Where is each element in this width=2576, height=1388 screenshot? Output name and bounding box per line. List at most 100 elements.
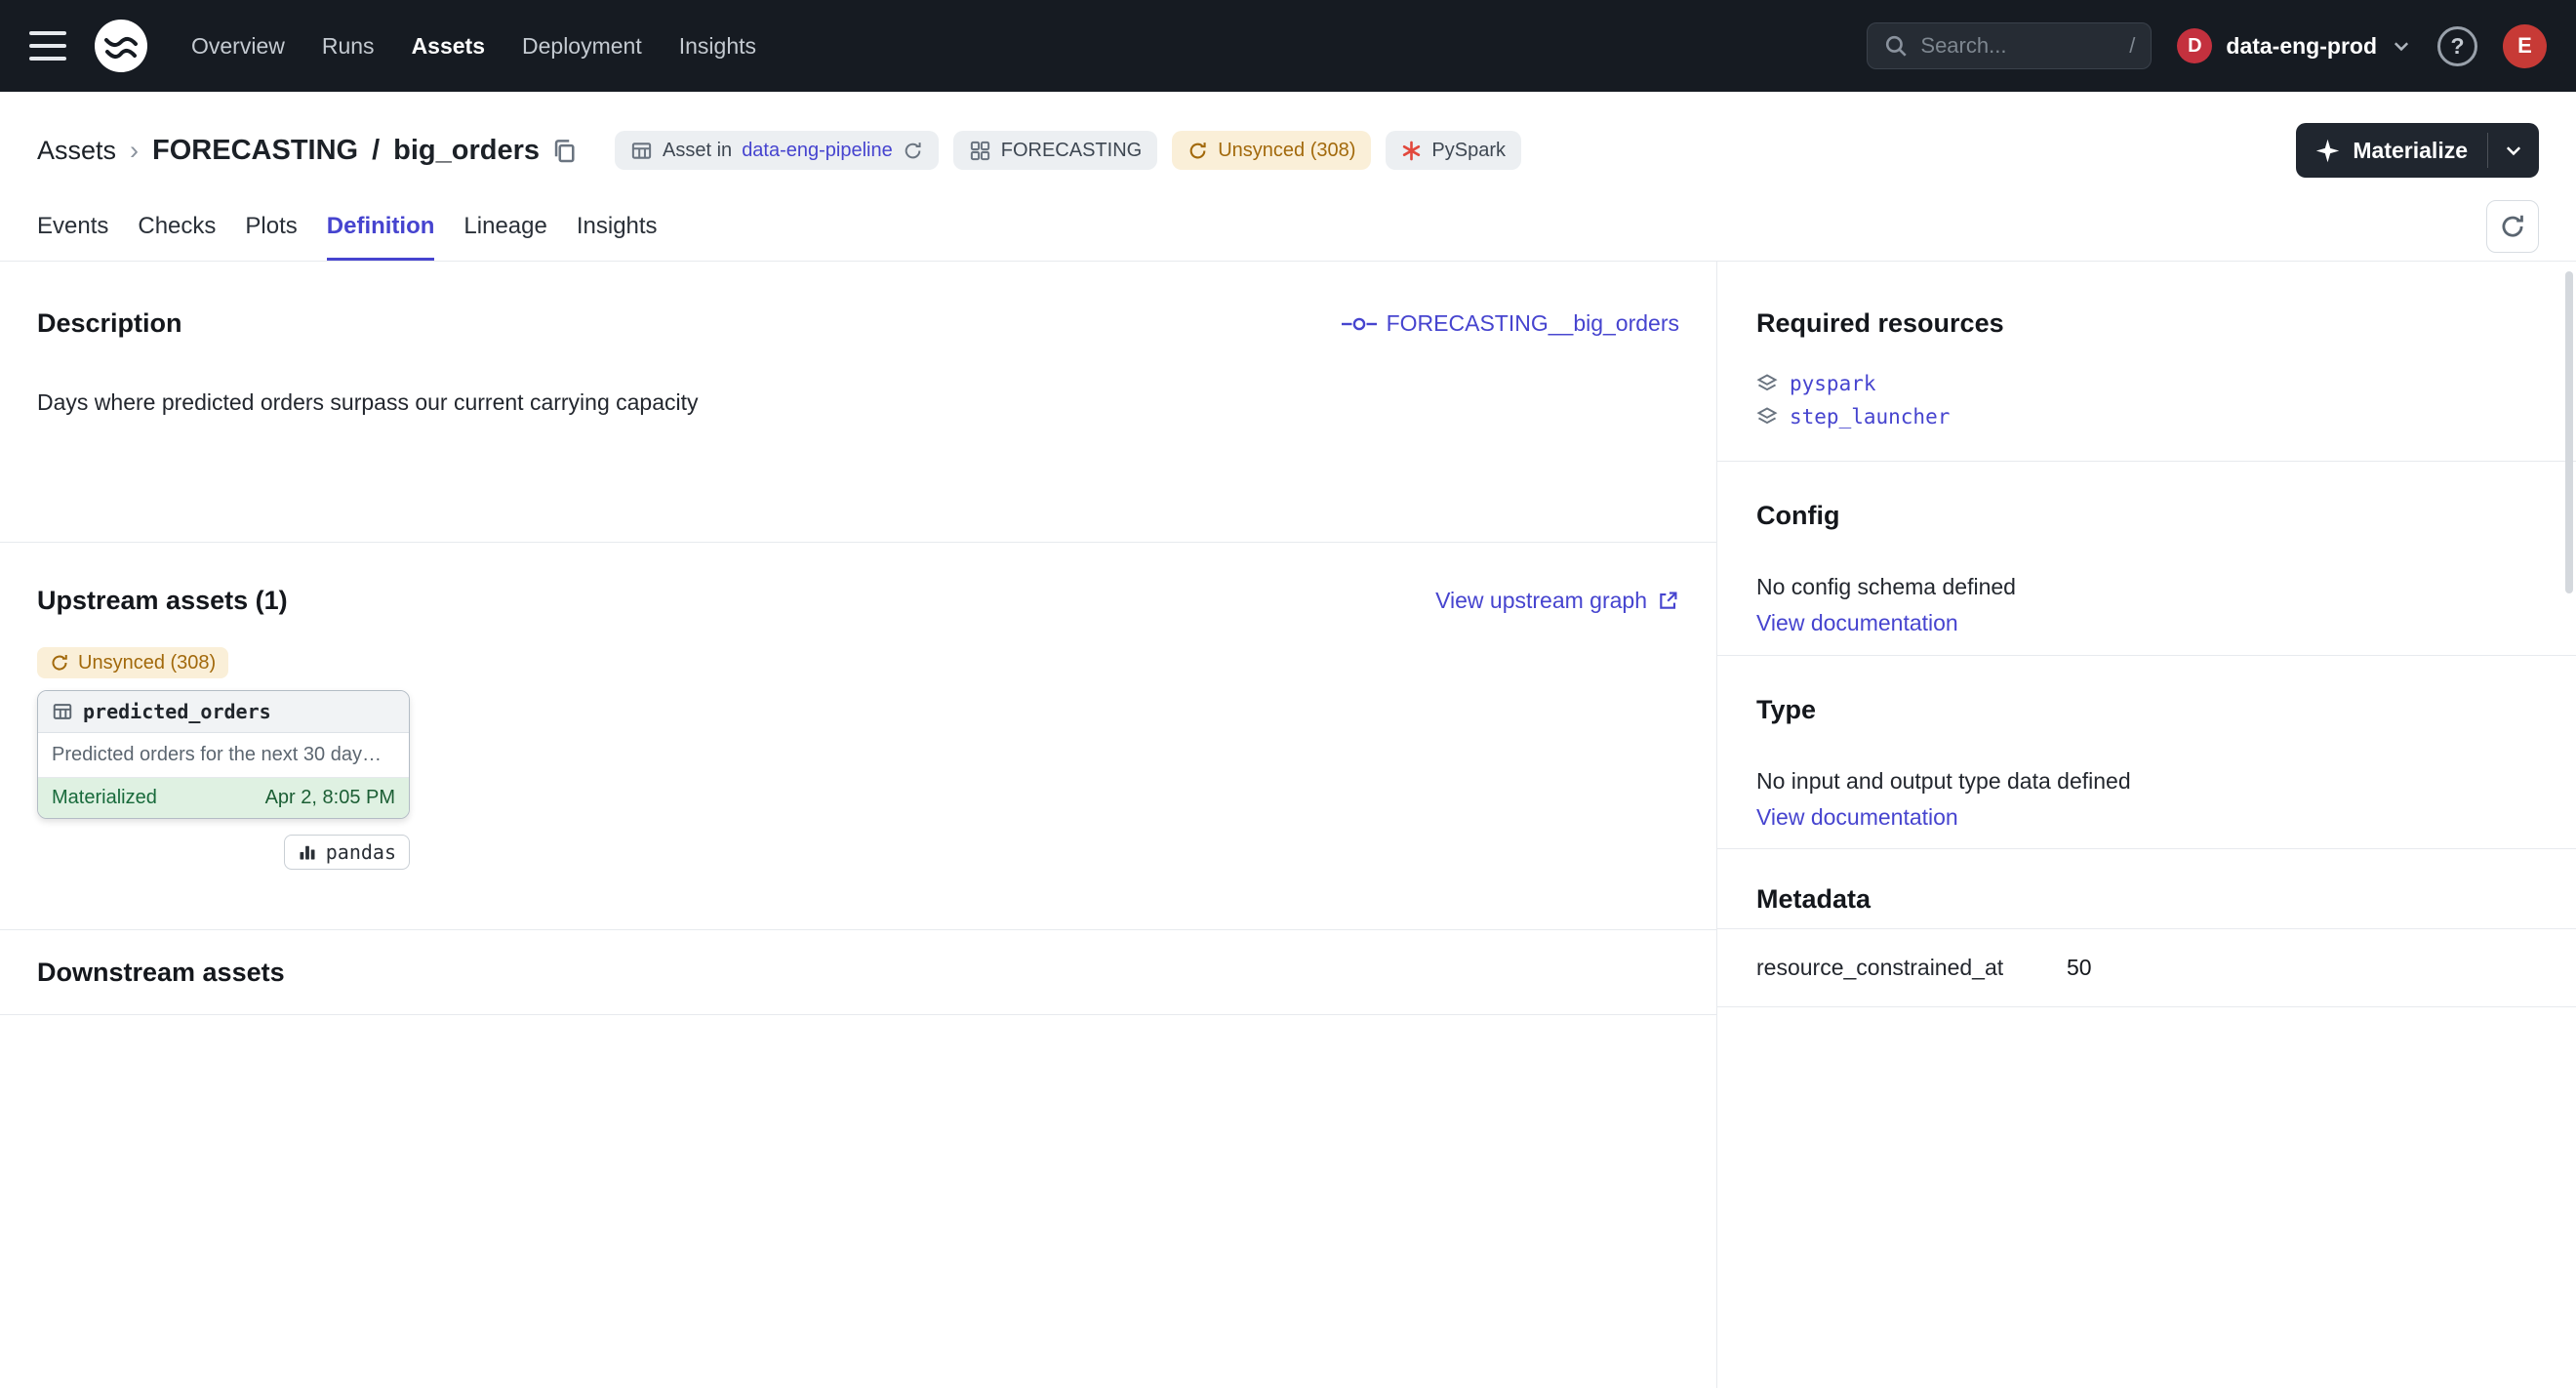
tab-lineage[interactable]: Lineage [463,191,546,261]
search-shortcut-hint: / [2129,33,2135,59]
tag-asset-group-label: FORECASTING [1001,140,1142,162]
tab-insights[interactable]: Insights [577,191,658,261]
type-title: Type [1756,695,1816,724]
sync-icon [50,653,69,673]
layers-icon [1756,406,1778,428]
reload-definitions-button[interactable] [2486,200,2539,253]
downstream-title: Downstream assets [37,958,285,988]
tag-compute-kind-label: PySpark [1431,140,1506,162]
bar-chart-icon [298,842,317,862]
scrollbar-thumb[interactable] [2565,271,2573,593]
avatar-initial: E [2517,33,2532,59]
layers-icon [1756,373,1778,394]
asset-node-header: predicted_orders [38,691,409,733]
required-resources-title: Required resources [1756,308,2004,338]
resource-link-step-launcher[interactable]: step_launcher [1756,405,2537,429]
kind-tag-pandas: pandas [284,835,410,870]
metadata-key: resource_constrained_at [1756,955,2067,981]
resource-step-launcher-label: step_launcher [1790,405,1950,429]
unsynced-badge[interactable]: Unsynced (308) [37,647,228,678]
view-upstream-graph-link[interactable]: View upstream graph [1435,588,1679,614]
copy-asset-key-icon[interactable] [551,138,578,164]
deployment-badge: D [2177,28,2212,63]
asset-tabs: Events Checks Plots Definition Lineage I… [0,191,2576,262]
refresh-icon [2499,213,2526,240]
menu-icon[interactable] [29,27,66,64]
nav-item-insights[interactable]: Insights [679,0,756,92]
tag-asset-in-prefix: Asset in [663,140,732,162]
metadata-title: Metadata [1717,884,1910,914]
breadcrumb-group: FORECASTING [152,135,358,167]
tab-plots[interactable]: Plots [245,191,297,261]
tag-sync-status-label: Unsynced (308) [1218,140,1355,162]
sparkle-icon [2315,139,2340,163]
job-link[interactable]: data-eng-pipeline [742,140,893,162]
tab-events[interactable]: Events [37,191,108,261]
config-view-documentation-link[interactable]: View documentation [1756,610,1958,636]
asset-node-name: predicted_orders [83,700,271,723]
materialize-label: Materialize [2353,138,2468,164]
definition-main: Description FORECASTING__big_orders Days… [0,262,1717,1388]
breadcrumb: Assets › FORECASTING / big_orders [37,135,540,167]
sync-icon [1187,141,1208,161]
kind-tag-label: pandas [326,840,396,864]
description-title: Description [37,308,182,339]
materialize-split-button: Materialize [2296,123,2539,178]
breadcrumb-assets-link[interactable]: Assets [37,136,116,166]
asset-header: Assets › FORECASTING / big_orders Asset … [0,92,2576,178]
breadcrumb-group-separator: / [372,135,380,167]
tab-definition[interactable]: Definition [327,191,435,261]
chevron-down-icon [2503,140,2524,161]
asset-key-label: FORECASTING__big_orders [1387,310,1679,337]
asset-node-summary: Predicted orders for the next 30 day… [38,733,409,778]
materialized-timestamp: Apr 2, 8:05 PM [265,787,395,809]
asset-node-status: Materialized Apr 2, 8:05 PM [38,778,409,818]
definition-content: Description FORECASTING__big_orders Days… [0,262,2576,1388]
table-icon [52,701,73,722]
asset-key-link[interactable]: FORECASTING__big_orders [1342,310,1679,337]
upstream-title: Upstream assets (1) [37,586,288,616]
nav-item-deployment[interactable]: Deployment [522,0,642,92]
materialize-dropdown-button[interactable] [2488,123,2539,178]
deployment-switcher[interactable]: D data-eng-prod [2177,28,2412,63]
nav-item-runs[interactable]: Runs [322,0,375,92]
search-icon [1883,33,1909,59]
upstream-asset-node[interactable]: predicted_orders Predicted orders for th… [37,690,410,819]
view-upstream-graph-label: View upstream graph [1435,588,1647,614]
tab-checks[interactable]: Checks [138,191,216,261]
search-input[interactable] [1920,33,2117,59]
refresh-icon [903,141,923,161]
metadata-section: Metadata resource_constrained_at 50 [1717,849,2576,1007]
type-view-documentation-link[interactable]: View documentation [1756,804,1958,831]
help-button[interactable]: ? [2437,26,2477,66]
breadcrumb-separator: › [130,136,139,166]
definition-sidebar: Required resources pyspark step_launcher… [1717,262,2576,1388]
required-resources-section: Required resources pyspark step_launcher [1717,262,2576,462]
description-body: Days where predicted orders surpass our … [37,389,1679,416]
metadata-value: 50 [2067,955,2092,981]
config-empty-text: No config schema defined [1756,574,2537,600]
tag-sync-status[interactable]: Unsynced (308) [1172,131,1371,170]
resource-pyspark-label: pyspark [1790,372,1876,395]
unsynced-badge-label: Unsynced (308) [78,652,216,674]
dagster-logo-icon[interactable] [92,17,150,75]
breadcrumb-asset-name: big_orders [393,135,540,167]
tag-asset-in-job[interactable]: Asset in data-eng-pipeline [615,131,939,170]
materialized-status-label: Materialized [52,787,157,809]
nav-item-assets[interactable]: Assets [412,0,485,92]
tag-compute-kind: PySpark [1386,131,1521,170]
materialize-button[interactable]: Materialize [2296,123,2487,178]
deployment-name: data-eng-prod [2226,33,2377,60]
type-section: Type No input and output type data defin… [1717,656,2576,849]
downstream-assets-section: Downstream assets [0,930,1716,1015]
tag-asset-group[interactable]: FORECASTING [953,131,1157,170]
nav-item-overview[interactable]: Overview [191,0,285,92]
resource-link-pyspark[interactable]: pyspark [1756,372,2537,395]
search-box[interactable]: / [1867,22,2152,69]
description-section: Description FORECASTING__big_orders Days… [0,262,1716,543]
chevron-down-icon [2391,35,2412,57]
metadata-row: resource_constrained_at 50 [1717,928,2576,1007]
user-avatar[interactable]: E [2503,24,2547,68]
top-nav: Overview Runs Assets Deployment Insights… [0,0,2576,92]
help-icon: ? [2450,33,2464,60]
